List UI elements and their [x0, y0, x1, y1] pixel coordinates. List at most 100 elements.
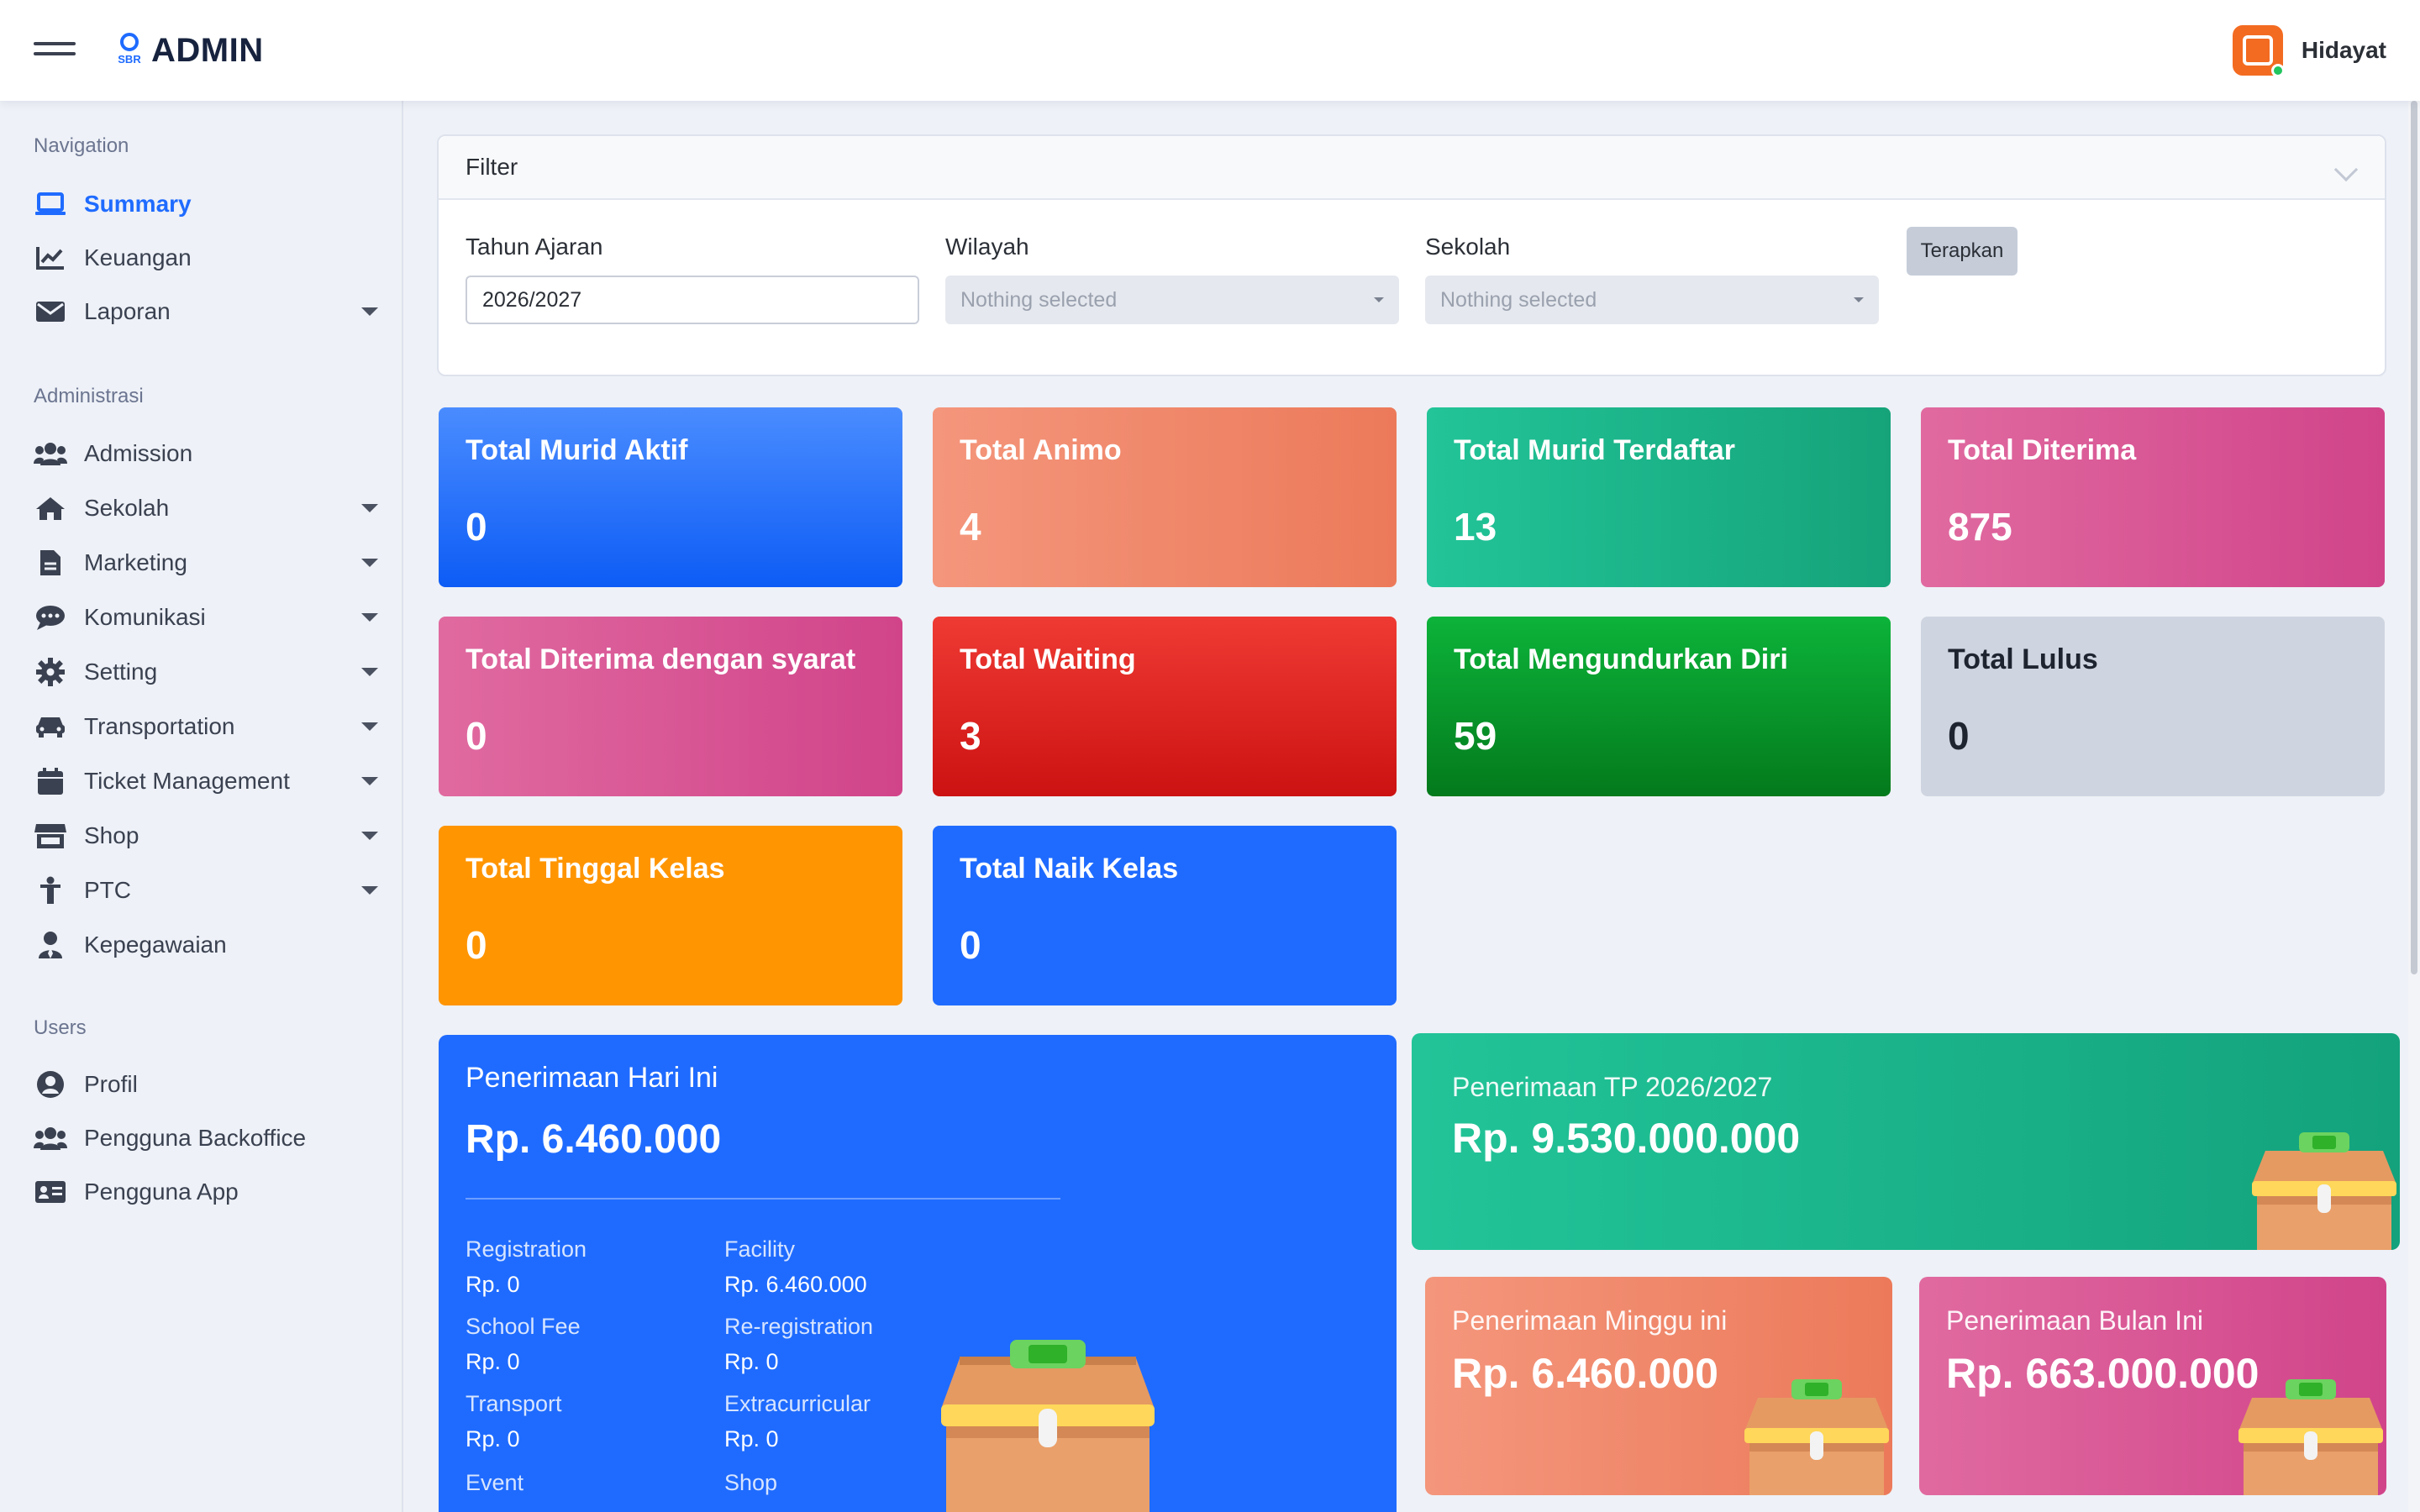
sidebar-item-admission[interactable]: Admission	[34, 433, 378, 475]
sidebar-item-marketing[interactable]: Marketing	[34, 542, 378, 584]
card-value: Rp. 6.460.000	[1452, 1350, 1718, 1397]
filter-header[interactable]: Filter	[439, 136, 2385, 200]
envelope-icon	[34, 297, 67, 326]
gear-icon	[34, 658, 67, 686]
sidebar-item-label: Transportation	[84, 713, 235, 739]
stat-value: 0	[466, 923, 487, 967]
stat-value: 0	[1948, 714, 1970, 758]
sidebar-item-pengguna-app[interactable]: Pengguna App	[34, 1171, 378, 1213]
wilayah-select[interactable]: Nothing selected	[945, 276, 1399, 324]
scrollbar-thumb[interactable]	[2411, 101, 2417, 974]
stat-value: 13	[1454, 505, 1497, 549]
breakdown-label: Extracurricular	[724, 1391, 871, 1416]
sidebar-item-transportation[interactable]: Transportation	[34, 706, 378, 748]
sidebar-item-profil[interactable]: Profil	[34, 1063, 378, 1105]
chevron-down-icon	[361, 613, 378, 622]
breakdown-label: Re-registration	[724, 1314, 874, 1339]
sidebar-item-label: Komunikasi	[84, 604, 206, 630]
card-title: Penerimaan Hari Ini	[466, 1062, 718, 1094]
stat-title: Total Diterima dengan syarat	[466, 643, 856, 675]
stat-card-total-naik-kelas[interactable]: Total Naik Kelas 0	[933, 826, 1397, 1005]
stat-card-total-diterima[interactable]: Total Diterima 875	[1921, 407, 2385, 587]
sidebar-item-pengguna-backoffice[interactable]: Pengguna Backoffice	[34, 1117, 378, 1159]
sidebar-item-setting[interactable]: Setting	[34, 651, 378, 693]
app-title: ADMIN	[151, 31, 264, 69]
stat-value: 59	[1454, 714, 1497, 758]
section-heading-navigation: Navigation	[34, 134, 129, 157]
avatar[interactable]	[2232, 25, 2285, 77]
breakdown-label: Event	[466, 1470, 524, 1495]
user-menu[interactable]: Hidayat	[2232, 25, 2386, 77]
stat-title: Total Murid Terdaftar	[1454, 434, 1735, 466]
card-title: Penerimaan TP 2026/2027	[1452, 1072, 1773, 1102]
hamburger-menu-icon[interactable]	[34, 42, 76, 59]
stat-card-total-tinggal-kelas[interactable]: Total Tinggal Kelas 0	[439, 826, 902, 1005]
breakdown-value: Rp. 6.460.000	[724, 1272, 867, 1297]
logo-mark-icon: SBR	[111, 32, 148, 69]
users-icon	[34, 439, 67, 468]
breakdown-label: Shop	[724, 1470, 778, 1495]
svg-text:SBR: SBR	[118, 53, 141, 66]
user-name: Hidayat	[2301, 37, 2386, 63]
calendar-icon	[34, 767, 67, 795]
tahun-ajaran-input[interactable]: 2026/2027	[466, 276, 919, 324]
top-bar: SBR ADMIN Hidayat	[0, 0, 2420, 101]
stat-card-total-mengundurkan-diri[interactable]: Total Mengundurkan Diri 59	[1427, 617, 1891, 796]
stat-value: 0	[960, 923, 981, 967]
sidebar-item-label: Marketing	[84, 549, 187, 575]
home-icon	[34, 494, 67, 522]
card-value: Rp. 6.460.000	[466, 1117, 722, 1162]
id-card-icon	[34, 1178, 67, 1206]
logo[interactable]: SBR ADMIN	[111, 30, 264, 71]
stat-title: Total Waiting	[960, 643, 1136, 675]
dropdown-arrow-icon	[1374, 297, 1384, 302]
user-circle-icon	[34, 1070, 67, 1099]
stat-value: 3	[960, 714, 981, 758]
breakdown-value: Rp. 0	[466, 1349, 520, 1374]
sidebar-item-ptc[interactable]: PTC	[34, 869, 378, 911]
stat-title: Total Tinggal Kelas	[466, 853, 725, 885]
sidebar-item-kepegawaian[interactable]: Kepegawaian	[34, 924, 378, 966]
card-value: Rp. 9.530.000.000	[1452, 1115, 1801, 1162]
sekolah-select[interactable]: Nothing selected	[1425, 276, 1879, 324]
sidebar-item-label: Ticket Management	[84, 768, 290, 794]
stat-value: 875	[1948, 505, 2012, 549]
page-scrollbar[interactable]	[2408, 101, 2420, 1512]
terapkan-button[interactable]: Terapkan	[1907, 227, 2018, 276]
stat-title: Total Naik Kelas	[960, 853, 1179, 885]
sidebar-item-label: Pengguna Backoffice	[84, 1125, 307, 1151]
stat-card-total-lulus[interactable]: Total Lulus 0	[1921, 617, 2385, 796]
sidebar-item-summary[interactable]: Summary	[34, 183, 378, 225]
card-title: Penerimaan Minggu ini	[1452, 1305, 1728, 1336]
file-icon	[34, 549, 67, 577]
sidebar-item-ticket-management[interactable]: Ticket Management	[34, 760, 378, 802]
stat-card-total-animo[interactable]: Total Animo 4	[933, 407, 1397, 587]
sidebar: Navigation Summary Keuangan Laporan Admi…	[0, 101, 403, 1512]
penerimaan-bulan-card: Penerimaan Bulan Ini Rp. 663.000.000	[1919, 1277, 2386, 1495]
sidebar-item-laporan[interactable]: Laporan	[34, 291, 378, 333]
stat-title: Total Murid Aktif	[466, 434, 688, 466]
breakdown-label: Registration	[466, 1236, 587, 1262]
stat-title: Total Mengundurkan Diri	[1454, 643, 1788, 675]
chevron-down-icon[interactable]	[2333, 157, 2359, 182]
section-heading-administrasi: Administrasi	[34, 385, 144, 407]
stat-card-total-waiting[interactable]: Total Waiting 3	[933, 617, 1397, 796]
sidebar-item-label: Pengguna App	[84, 1179, 239, 1205]
stat-card-total-diterima-dengan-syarat[interactable]: Total Diterima dengan syarat 0	[439, 617, 902, 796]
sidebar-item-sekolah[interactable]: Sekolah	[34, 487, 378, 529]
chevron-down-icon	[361, 307, 378, 316]
stat-card-total-murid-terdaftar[interactable]: Total Murid Terdaftar 13	[1427, 407, 1891, 587]
chevron-down-icon	[361, 668, 378, 676]
sidebar-item-shop[interactable]: Shop	[34, 815, 378, 857]
filter-panel: Filter Tahun Ajaran 2026/2027 Wilayah No…	[437, 134, 2386, 376]
sidebar-item-keuangan[interactable]: Keuangan	[34, 237, 378, 279]
dropdown-arrow-icon	[1854, 297, 1864, 302]
penerimaan-minggu-card: Penerimaan Minggu ini Rp. 6.460.000	[1425, 1277, 1892, 1495]
sidebar-item-label: Sekolah	[84, 495, 170, 521]
sidebar-item-label: Admission	[84, 440, 193, 466]
stat-card-total-murid-aktif[interactable]: Total Murid Aktif 0	[439, 407, 902, 587]
money-box-icon	[1744, 1379, 1889, 1495]
wilayah-label: Wilayah	[945, 234, 1029, 260]
sidebar-item-komunikasi[interactable]: Komunikasi	[34, 596, 378, 638]
sekolah-label: Sekolah	[1425, 234, 1511, 260]
